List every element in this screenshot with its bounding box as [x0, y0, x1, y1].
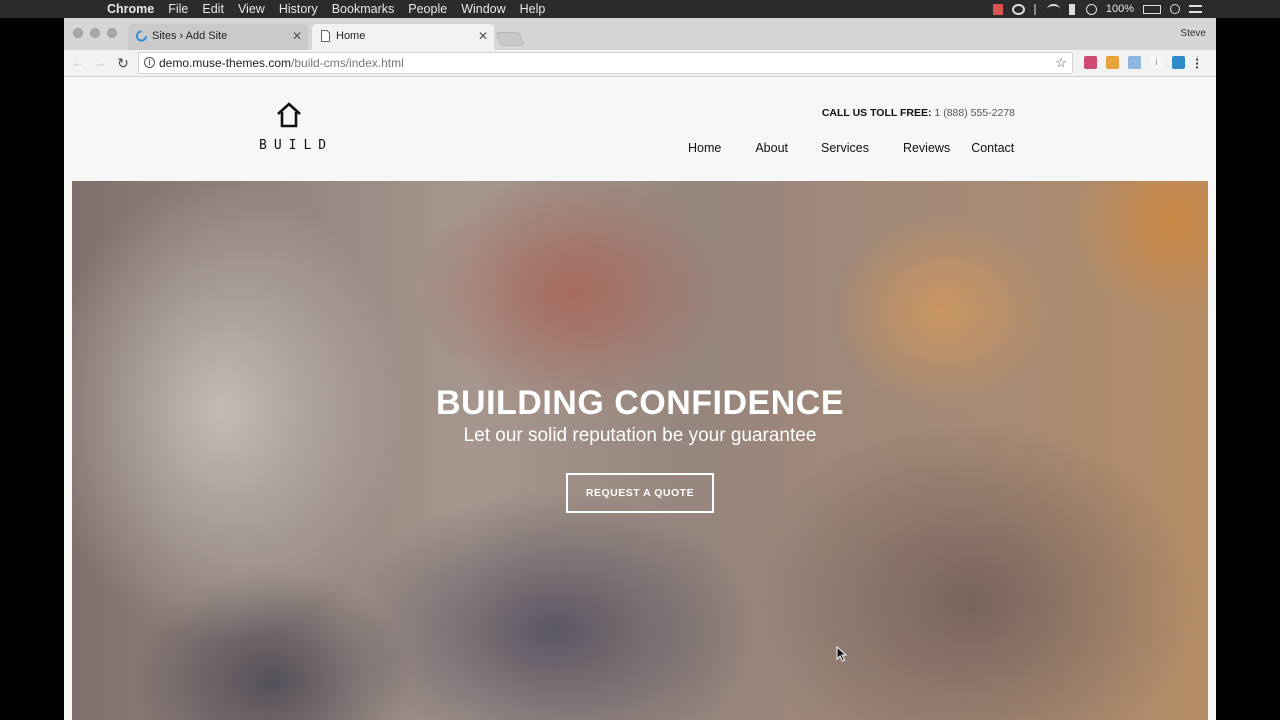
loading-spinner-icon [136, 30, 147, 42]
hero-content: BUILDING CONFIDENCE Let our solid reputa… [72, 383, 1208, 513]
menu-history[interactable]: History [272, 0, 325, 18]
site-info-icon[interactable]: i [144, 57, 155, 68]
extension-window-icon[interactable] [1128, 56, 1141, 69]
url-host: demo.muse-themes.com [159, 56, 292, 70]
zoom-window-button[interactable] [107, 28, 117, 38]
battery-percent: 100% [1105, 3, 1134, 15]
menu-people[interactable]: People [401, 0, 454, 18]
nav-home[interactable]: Home [688, 141, 721, 155]
menu-edit[interactable]: Edit [195, 0, 231, 18]
nav-reviews[interactable]: Reviews [903, 141, 950, 155]
menu-bookmarks[interactable]: Bookmarks [325, 0, 402, 18]
nav-about[interactable]: About [755, 141, 788, 155]
browser-window: Sites › Add Site ✕ Home ✕ Steve ← → ↻ i … [64, 18, 1216, 720]
mouse-cursor-icon [836, 646, 848, 662]
chrome-menu-icon[interactable] [1196, 56, 1200, 69]
spotlight-search-icon[interactable] [1170, 4, 1180, 14]
url-path: /build-cms/index.html [291, 56, 404, 70]
tab-strip: Sites › Add Site ✕ Home ✕ Steve [64, 18, 1216, 50]
web-page: BUILD CALL US TOLL FREE: 1 (888) 555-227… [64, 77, 1216, 720]
toll-free-number: 1 (888) 555-2278 [934, 107, 1015, 119]
menu-view[interactable]: View [231, 0, 272, 18]
tab-title: Home [336, 30, 366, 42]
hero-banner: BUILDING CONFIDENCE Let our solid reputa… [72, 181, 1208, 720]
hero-title: BUILDING CONFIDENCE [435, 384, 845, 422]
extension-info-icon[interactable]: i [1150, 56, 1163, 69]
tab-title: Sites › Add Site [152, 30, 228, 42]
page-icon [321, 30, 330, 42]
tab-home[interactable]: Home ✕ [312, 24, 494, 50]
extension-analytics-icon[interactable] [1106, 56, 1119, 69]
address-bar[interactable]: i demo.muse-themes.com/build-cms/index.h… [138, 52, 1073, 74]
window-controls [73, 28, 117, 38]
site-logo[interactable]: BUILD [253, 102, 334, 153]
reload-icon[interactable]: ↻ [115, 55, 131, 71]
close-window-button[interactable] [73, 28, 83, 38]
record-icon[interactable] [992, 3, 1003, 15]
wifi-icon[interactable] [1046, 3, 1060, 15]
main-nav: Home About Services Reviews Contact [684, 141, 1014, 155]
logo-text: BUILD [259, 138, 334, 153]
new-tab-button[interactable] [495, 32, 525, 46]
extension-s-icon[interactable] [1172, 56, 1185, 69]
battery-icon[interactable] [1143, 4, 1161, 14]
profile-name[interactable]: Steve [1180, 28, 1206, 39]
house-icon [277, 102, 301, 128]
creative-cloud-icon[interactable] [1011, 3, 1025, 15]
menu-file[interactable]: File [161, 0, 195, 18]
menu-help[interactable]: Help [513, 0, 553, 18]
request-quote-button[interactable]: REQUEST A QUOTE [566, 473, 714, 513]
nav-contact[interactable]: Contact [971, 141, 1014, 155]
bluetooth-icon[interactable] [1033, 3, 1038, 15]
clock-icon[interactable] [1085, 3, 1097, 15]
menu-window[interactable]: Window [454, 0, 512, 18]
back-arrow-icon[interactable]: ← [70, 55, 86, 71]
forward-arrow-icon[interactable]: → [92, 55, 108, 71]
app-menu: Chrome File Edit View History Bookmarks … [100, 0, 552, 18]
tab-close-icon[interactable]: ✕ [292, 24, 302, 48]
nav-services[interactable]: Services [821, 141, 869, 155]
hero-subtitle: Let our solid reputation be your guarant… [463, 425, 817, 446]
macos-menubar: Chrome File Edit View History Bookmarks … [0, 0, 1280, 18]
tab-close-icon[interactable]: ✕ [478, 24, 488, 48]
menu-app-name[interactable]: Chrome [100, 0, 161, 18]
extension-pocket-icon[interactable] [1084, 56, 1097, 69]
minimize-window-button[interactable] [90, 28, 100, 38]
tab-sites-add-site[interactable]: Sites › Add Site ✕ [128, 24, 308, 50]
toll-free-contact: CALL US TOLL FREE: 1 (888) 555-2278 [822, 107, 1015, 119]
status-area: 100% [992, 0, 1202, 18]
volume-icon[interactable] [1068, 3, 1077, 15]
notification-center-icon[interactable] [1189, 5, 1202, 13]
toll-free-label: CALL US TOLL FREE: [821, 107, 932, 119]
bookmark-star-icon[interactable]: ☆ [1055, 53, 1067, 73]
browser-toolbar: ← → ↻ i demo.muse-themes.com/build-cms/i… [64, 50, 1216, 77]
